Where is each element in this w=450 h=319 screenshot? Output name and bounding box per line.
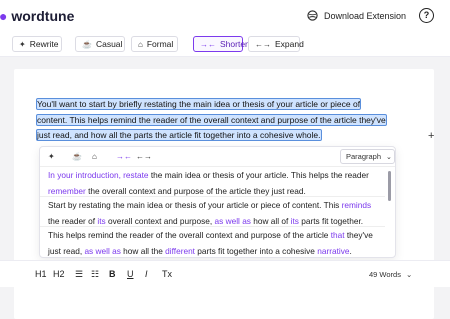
changed-word: its: [97, 215, 106, 226]
suggestion-divider: [40, 226, 385, 227]
rewrite-icon: ✦: [19, 39, 26, 49]
shorten-label: Shorten: [220, 39, 250, 49]
list-icon[interactable]: ☰: [75, 269, 83, 280]
expand-icon[interactable]: ←→: [136, 152, 152, 161]
changed-word: as well as: [84, 245, 121, 256]
shorten-button[interactable]: →← Shorten: [193, 36, 250, 52]
changed-word: reminds: [341, 200, 372, 210]
formal-button[interactable]: ⌂ Formal: [131, 36, 178, 52]
rewrite-button[interactable]: ✦ Rewrite: [12, 36, 62, 52]
suggestion-text: overall context and purpose,: [105, 215, 215, 226]
paragraph-select[interactable]: Paragraph ⌄: [340, 149, 395, 164]
ordered-list-icon[interactable]: ☷: [91, 269, 99, 280]
heading2-button[interactable]: H2: [53, 269, 65, 279]
paragraph-select-label: Paragraph: [346, 152, 382, 161]
suggestion-text: .: [349, 245, 352, 256]
rewrite-label: Rewrite: [29, 39, 59, 49]
suggestion-text: parts fit together into a cohesive: [195, 245, 318, 256]
heading1-button[interactable]: H1: [35, 269, 47, 279]
bold-button[interactable]: B: [109, 269, 116, 279]
rewrite-toolbar: ✦ Rewrite ☕ Casual ⌂ Formal →← Shorten ←…: [0, 32, 450, 57]
casual-button[interactable]: ☕ Casual: [75, 36, 125, 52]
changed-word: different: [165, 245, 195, 256]
suggestion-2[interactable]: Start by restating the main idea or thes…: [48, 198, 373, 229]
logo-mark-icon: ●: [0, 8, 8, 24]
word-count[interactable]: 49 Words ⌄: [369, 270, 412, 279]
suggestion-divider: [40, 196, 385, 197]
download-extension-label: Download Extension: [324, 10, 407, 21]
clear-format-button[interactable]: Tx: [162, 269, 172, 279]
help-icon[interactable]: ?: [419, 8, 434, 23]
suggestions-popup: ✦ ☕ ⌂ →← ←→ Paragraph ⌄ In your introduc…: [39, 146, 396, 258]
top-bar: ● wordtune Download Extension ?: [0, 0, 450, 33]
formal-icon[interactable]: ⌂: [92, 152, 97, 161]
popup-divider: [40, 166, 395, 167]
globe-icon: [307, 10, 318, 21]
casual-icon: ☕: [82, 39, 92, 49]
selected-paragraph[interactable]: You'll want to start by briefly restatin…: [36, 97, 392, 144]
casual-icon[interactable]: ☕: [72, 152, 82, 161]
format-bar: H1 H2 ☰ ☷ B U I Tx 49 Words ⌄: [0, 260, 450, 287]
suggestion-text: how all the: [120, 245, 166, 256]
add-block-icon[interactable]: +: [428, 130, 434, 142]
changed-word: as well as: [214, 215, 251, 226]
shorten-icon[interactable]: →←: [116, 152, 132, 161]
popup-scrollbar[interactable]: [388, 171, 391, 201]
changed-word: In your introduction, restate: [48, 170, 149, 180]
download-extension-button[interactable]: Download Extension: [307, 10, 406, 21]
changed-word: narrative: [317, 245, 350, 256]
logo[interactable]: ● wordtune: [0, 8, 74, 24]
changed-word: its: [290, 215, 299, 226]
selected-text: You'll want to start by briefly restatin…: [36, 98, 387, 141]
shorten-icon: →←: [200, 39, 216, 49]
suggestion-text: how all of: [250, 215, 291, 226]
suggestion-text: the reader of: [48, 215, 98, 226]
suggestion-text: parts fit together.: [298, 215, 364, 226]
suggestion-text: the main idea or thesis of your article.…: [148, 170, 369, 180]
casual-label: Casual: [95, 39, 123, 49]
formal-label: Formal: [146, 39, 174, 49]
suggestion-text: This helps remind the reader of the over…: [48, 230, 331, 240]
expand-label: Expand: [275, 39, 304, 49]
suggestion-text: Start by restating the main idea or thes…: [48, 200, 342, 210]
chevron-down-icon: ⌄: [386, 153, 392, 161]
rewrite-icon[interactable]: ✦: [48, 152, 55, 161]
expand-button[interactable]: ←→ Expand: [248, 36, 304, 52]
suggestion-1[interactable]: In your introduction, restate the main i…: [48, 168, 373, 199]
italic-button[interactable]: I: [145, 269, 148, 279]
formal-icon: ⌂: [138, 39, 143, 49]
suggestion-text: the overall context and purpose of the a…: [85, 185, 306, 196]
changed-word: that: [330, 230, 345, 240]
chevron-down-icon: ⌄: [405, 270, 413, 279]
logo-text: wordtune: [11, 8, 75, 24]
suggestion-3[interactable]: This helps remind the reader of the over…: [48, 228, 373, 259]
changed-word: remember: [48, 185, 86, 196]
expand-icon: ←→: [255, 39, 271, 49]
word-count-label: 49 Words: [369, 270, 401, 279]
underline-button[interactable]: U: [127, 269, 134, 279]
